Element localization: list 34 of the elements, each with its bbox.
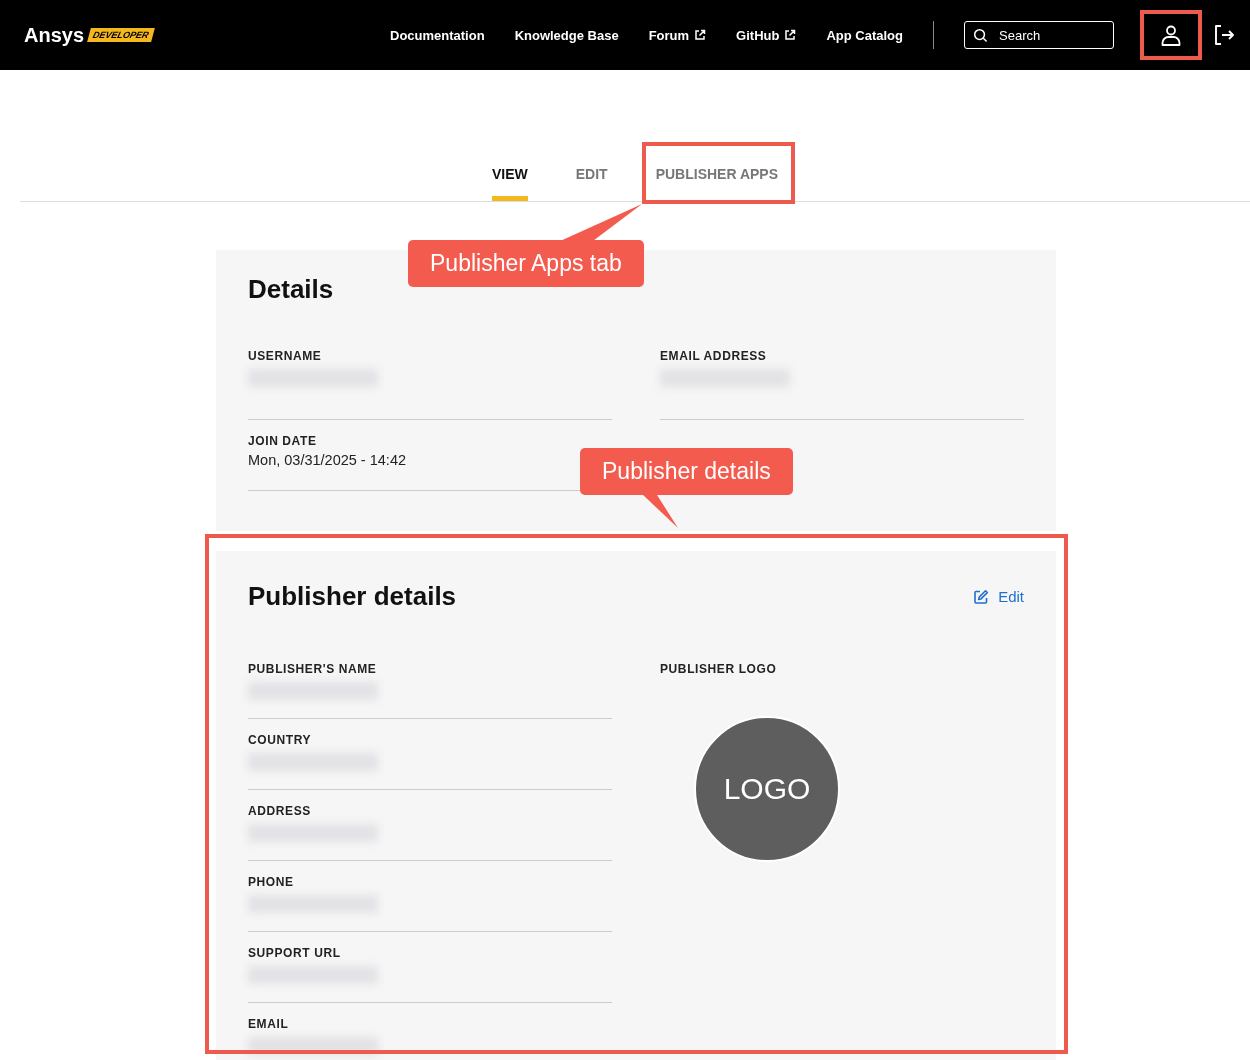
field-label: EMAIL ADDRESS [660, 349, 768, 363]
field-label: PUBLISHER'S NAME [248, 662, 378, 676]
card-title: Details [248, 274, 335, 305]
field-label: USERNAME [248, 349, 323, 363]
nav-link[interactable]: Forum [648, 27, 707, 43]
logo-placeholder-text: LOGO [723, 772, 811, 806]
field-value: Mon, 03/31/2025 - 14:42 [248, 452, 407, 468]
tab[interactable]: VIEW [491, 144, 528, 201]
brand-logo[interactable]: Ansys [24, 23, 85, 47]
external-link-icon [784, 29, 797, 41]
edit-link[interactable]: Edit [973, 588, 1024, 605]
nav-link[interactable]: App Catalog [826, 27, 903, 43]
logout-icon[interactable] [1212, 23, 1236, 47]
search-field[interactable]: Search [964, 21, 1114, 49]
field-label: COUNTRY [248, 733, 313, 747]
card-title: Publisher details [248, 581, 457, 612]
tab[interactable]: EDIT [575, 144, 608, 201]
callout-pointer [642, 494, 678, 528]
nav-link[interactable]: Knowledge Base [514, 27, 619, 43]
field-label: PHONE [248, 875, 295, 889]
logo-badge: DEVELOPER [87, 28, 155, 42]
external-link-icon [694, 29, 707, 41]
highlight-box [1140, 10, 1202, 60]
nav-link[interactable]: Documentation [390, 27, 485, 43]
search-icon [973, 28, 988, 43]
tab[interactable]: PUBLISHER APPS [655, 144, 779, 201]
field-label: EMAIL [248, 1017, 290, 1031]
field-label: JOIN DATE [248, 434, 318, 448]
edit-icon [973, 588, 990, 605]
nav-link[interactable]: GitHub [736, 27, 797, 43]
field-label: ADDRESS [248, 804, 312, 818]
user-icon [1159, 23, 1183, 47]
field-label: SUPPORT URL [248, 946, 342, 960]
field-label: PUBLISHER LOGO [660, 662, 778, 676]
